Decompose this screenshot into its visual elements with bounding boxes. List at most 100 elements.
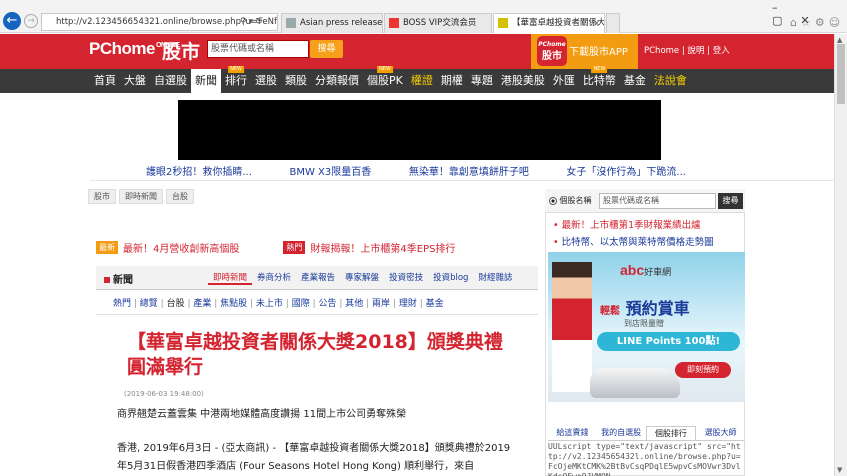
separator: | [363,299,373,309]
minimize-icon[interactable]: – [772,1,796,14]
nav-item[interactable]: 類股 [281,69,311,93]
search-button[interactable]: 搜尋 [310,40,343,58]
category-link[interactable]: 國際 [292,299,310,309]
app-download-label[interactable]: 下載股市APP [569,43,628,58]
section-tab[interactable]: 即時新聞 [208,271,253,285]
category-link[interactable]: 公告 [318,299,336,309]
sidebar-tab[interactable]: 我的自選股 [597,426,646,440]
article-subtitle: 商界翹楚云蓋雲集 中港兩地媒體高度讚揚 11間上市公司勇奪殊榮 [117,409,407,420]
separator: | [131,299,140,309]
nav-item[interactable]: 選股 [251,69,281,93]
section-tab[interactable]: 投資密技 [384,271,428,285]
radio-icon[interactable] [549,196,557,205]
app-icon-brand: PChome [538,41,566,48]
hot-tag: 熱門 [283,241,306,254]
promo-link[interactable]: 無染華！靠創意填餅肝子吧 [409,163,529,178]
ad-cta-button[interactable]: 即刻預約 [675,362,731,378]
sidebar-tab[interactable]: 選股大師 [696,426,745,440]
ad-banner[interactable] [178,100,661,160]
stock-search-input[interactable]: 股票代碼或名稱 [207,40,309,58]
sidebar-search-input[interactable]: 股票代碼或名稱 [599,193,716,209]
nav-items: 首頁 大盤 自選股 新聞 排行 NEW 選股 類股 分類報價 個股PK NEW 權證 期權 專題 港股美股外… [90,66,691,93]
category-link[interactable]: 總覽 [140,299,158,309]
app-icon[interactable]: PChome 股市 [537,36,567,66]
breadcrumb-item[interactable]: 股市 [88,189,116,204]
nav-item[interactable]: 專題 [467,69,497,93]
nav-item[interactable]: 分類報價 [311,69,363,93]
nav-item[interactable]: 外匯 [549,69,579,93]
nav-item-label: 個股PK [367,74,403,87]
nav-item[interactable]: 權證 [407,69,437,93]
smiley-icon[interactable]: ☺ [829,16,844,29]
address-actions[interactable]: ⚲▾↻ [240,13,265,31]
category-link[interactable]: 基金 [426,299,444,309]
home-icon[interactable]: ⌂ [790,16,801,29]
ad-headline-small: 輕鬆 [600,306,620,317]
category-link[interactable]: 焦點股 [220,299,247,309]
separator: | [247,299,256,309]
nav-item[interactable]: 基金 [620,69,650,93]
browser-tab-1[interactable]: Asian press release distribu... [281,13,383,33]
article-body: 香港, 2019年6月3日 - (亞太商訊) - 【華富卓越投資者關係大獎201… [117,443,511,472]
headline-link[interactable]: 財報揭報！上市櫃第4季EPS排行 [310,240,455,255]
category-link[interactable]: 兩岸 [372,299,390,309]
ad-car-image [590,368,680,398]
category-link[interactable]: 理財 [399,299,417,309]
sidebar-tab[interactable]: 個股排行 [645,426,697,440]
breadcrumb-item[interactable]: 台股 [166,189,194,204]
category-link[interactable]: 未上市 [256,299,283,309]
nav-item[interactable]: 大盤 [120,69,150,93]
nav-item[interactable]: 個股PK NEW [363,66,407,93]
category-link[interactable]: 台股 [167,299,185,309]
search-icon[interactable]: ⚲ [240,17,249,27]
section-title: 新聞 [104,271,133,286]
browser-toolbar[interactable]: ⌂☆⚙☺ [790,16,844,29]
section-tabs: 即時新聞 券商分析 產業報告 專家解盤 投資密技 投資blog 財經雜誌 [208,271,517,285]
back-icon[interactable]: ← [3,12,21,30]
page-icon [498,18,508,28]
sidebar-tab[interactable]: 給這賣錢 [548,426,597,440]
browser-tab-3[interactable]: 【華富卓越投資者關係大獎... ✕ [493,13,605,33]
sidebar-link[interactable]: • 最新！上市櫃第1季財報業績出爐 [553,217,701,231]
forward-icon[interactable]: → [24,14,38,28]
promo-link[interactable]: 護眼2秒招！救你插睛... [146,163,252,178]
promo-link[interactable]: BMW X3限量百香 [289,163,371,178]
scroll-down-icon[interactable]: ▼ [837,466,842,474]
sidebar-search-button[interactable]: 搜尋 [718,193,743,209]
page-icon [286,18,296,28]
close-tab-icon[interactable]: ✕ [593,14,600,33]
section-tab[interactable]: 投資blog [428,271,473,285]
article-title: 【華富卓越投資者關係大獎2018】頒獎典禮圓滿舉行 [127,331,503,378]
browser-tab-2[interactable]: BOSS VIP交流会员 [384,13,492,33]
section-tab[interactable]: 產業報告 [296,271,340,285]
nav-item[interactable]: 期權 [437,69,467,93]
star-icon[interactable]: ☆ [801,16,815,29]
header-links[interactable]: PChome | 說明 | 登入 [644,44,730,56]
site-logo-cn[interactable]: 股市 [162,37,200,64]
new-tab-button[interactable] [606,13,620,33]
nav-item[interactable]: 比特幣 NEW [579,66,620,93]
breadcrumb-item[interactable]: 即時新聞 [119,189,163,204]
sidebar-link[interactable]: • 比特幣、以太幣與萊特幣價格走勢圖 [553,234,714,248]
category-link[interactable]: 其他 [345,299,363,309]
gear-icon[interactable]: ⚙ [815,16,829,29]
nav-item[interactable]: 排行 NEW [221,66,251,93]
section-tab[interactable]: 券商分析 [252,271,296,285]
nav-item[interactable]: 新聞 [191,69,221,93]
promo-link[interactable]: 女子「沒作行為」下跪流... [566,163,686,178]
section-tab[interactable]: 專家解盤 [340,271,384,285]
sidebar-link-text: 最新！上市櫃第1季財報業績出爐 [561,220,701,231]
tab-label: 【華富卓越投資者關係大獎... [512,18,605,28]
nav-item[interactable]: 港股美股 [497,69,549,93]
stock-name-radio[interactable]: 個股名稱 [549,195,592,206]
refresh-icon[interactable]: ↻ [255,17,265,27]
scrollbar-thumb[interactable] [837,44,845,104]
nav-item[interactable]: 法說會 [650,69,691,93]
category-link[interactable]: 熱門 [113,299,131,309]
category-link[interactable]: 產業 [193,299,211,309]
section-tab[interactable]: 財經雜誌 [473,271,517,285]
nav-item[interactable]: 自選股 [150,69,191,93]
scroll-up-icon[interactable]: ▲ [837,36,842,44]
nav-item[interactable]: 首頁 [90,69,120,93]
headline-link[interactable]: 最新！4月營收創新高個股 [123,240,239,255]
